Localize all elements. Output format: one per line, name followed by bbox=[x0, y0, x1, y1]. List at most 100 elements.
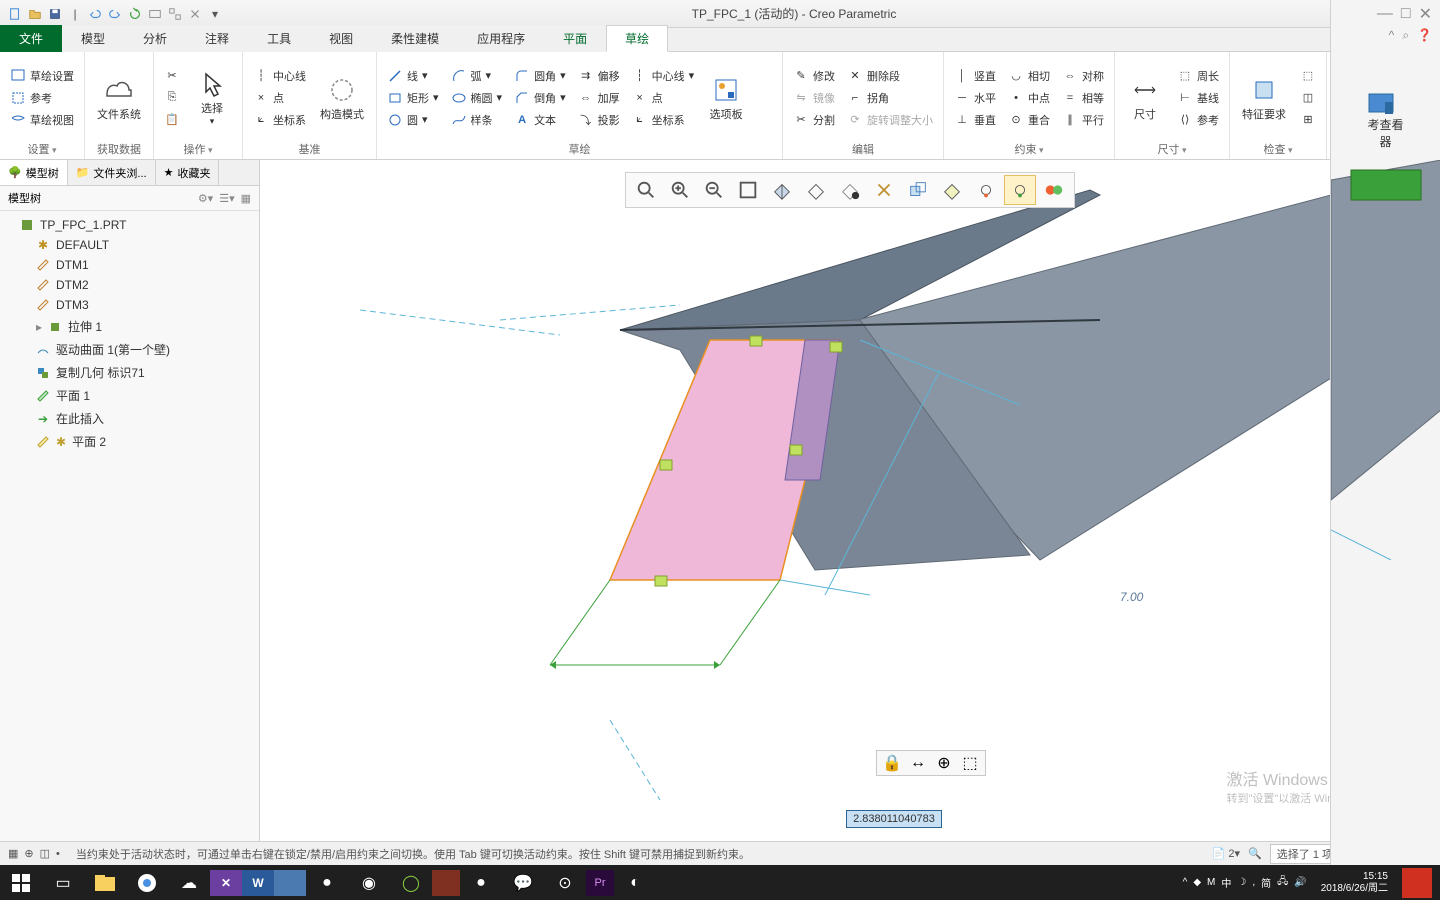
wechat-icon[interactable]: 💬 bbox=[502, 865, 544, 900]
filesystem-button[interactable]: 文件系统 bbox=[91, 56, 147, 139]
sw-minimize-button[interactable]: — bbox=[1377, 5, 1393, 23]
clock[interactable]: 15:15 2018/6/26/周二 bbox=[1313, 871, 1396, 895]
layers-icon[interactable] bbox=[1038, 175, 1070, 205]
sw-viewer-button[interactable]: 考查看 器 bbox=[1361, 88, 1409, 154]
rect-button[interactable]: 矩形 ▾ bbox=[383, 88, 443, 108]
obs-icon[interactable]: ⊙ bbox=[544, 865, 586, 900]
task-view-icon[interactable]: ▭ bbox=[42, 865, 84, 900]
reference-button[interactable]: 参考 bbox=[6, 88, 78, 108]
tab-application[interactable]: 应用程序 bbox=[458, 25, 544, 52]
creo-icon[interactable] bbox=[274, 870, 306, 896]
volume-icon[interactable]: 🔊 bbox=[1294, 877, 1306, 888]
constraint-toggle-icon[interactable]: ⊕ bbox=[933, 753, 955, 773]
tab-plane[interactable]: 平面 bbox=[544, 25, 606, 52]
dimension-label-7[interactable]: 7.00 bbox=[1120, 590, 1143, 604]
app-icon-6[interactable]: ◐ bbox=[614, 865, 656, 900]
equal-button[interactable]: =相等 bbox=[1058, 88, 1108, 108]
tangent-button[interactable]: ◡相切 bbox=[1004, 66, 1054, 86]
tab-sketch[interactable]: 草绘 bbox=[606, 25, 668, 52]
undo-icon[interactable] bbox=[86, 5, 104, 23]
regen-icon[interactable] bbox=[126, 5, 144, 23]
zoom-window-icon[interactable] bbox=[630, 175, 662, 205]
tray-monitor-icon[interactable]: M bbox=[1207, 877, 1215, 888]
offset-button[interactable]: ⇉偏移 bbox=[574, 66, 624, 86]
tray-up-icon[interactable]: ^ bbox=[1183, 877, 1188, 888]
tree-item-surface[interactable]: 驱动曲面 1(第一个壁) bbox=[0, 338, 259, 361]
check-icon-1[interactable]: ⬚ bbox=[1296, 66, 1320, 86]
saved-view-icon[interactable] bbox=[834, 175, 866, 205]
status-icon-2[interactable]: ⊕ bbox=[24, 847, 33, 860]
tree-tool-settings-icon[interactable]: ⚙▾ bbox=[198, 192, 213, 205]
ref-dim-button[interactable]: ⟨⟩参考 bbox=[1173, 110, 1223, 130]
ime-mode-icon[interactable]: 简 bbox=[1261, 875, 1271, 890]
text-button[interactable]: A文本 bbox=[510, 110, 570, 130]
tree-item-dtm1[interactable]: DTM1 bbox=[0, 255, 259, 275]
sidebar-tab-folders[interactable]: 📁文件夹浏... bbox=[68, 160, 156, 185]
tree-item-extrude[interactable]: ▸拉伸 1 bbox=[0, 315, 259, 338]
perpendicular-button[interactable]: ⊥垂直 bbox=[950, 110, 1000, 130]
feature-req-button[interactable]: 特征要求 bbox=[1236, 56, 1292, 139]
annotations-icon[interactable] bbox=[868, 175, 900, 205]
point-button[interactable]: ×点 bbox=[249, 88, 310, 108]
zoom-in-icon[interactable] bbox=[664, 175, 696, 205]
network-icon[interactable]: 🖧 bbox=[1277, 874, 1288, 891]
tab-file[interactable]: 文件 bbox=[0, 25, 62, 52]
chrome-icon[interactable] bbox=[126, 865, 168, 900]
explorer-icon[interactable] bbox=[84, 865, 126, 900]
tree-item-default[interactable]: ✱DEFAULT bbox=[0, 235, 259, 255]
mirror-button[interactable]: ⇋镜像 bbox=[789, 88, 839, 108]
qat-dropdown-icon[interactable]: ▾ bbox=[206, 5, 224, 23]
thicken-button[interactable]: ⇔加厚 bbox=[574, 88, 624, 108]
qat-icon-2[interactable] bbox=[166, 5, 184, 23]
tree-item-copygeom[interactable]: 复制几何 标识71 bbox=[0, 361, 259, 384]
tree-tool-show-icon[interactable]: ☰▾ bbox=[219, 192, 234, 205]
status-icon-3[interactable]: ◫ bbox=[40, 847, 50, 860]
ime-punct-icon[interactable]: , bbox=[1252, 877, 1255, 888]
sw-maximize-button[interactable]: □ bbox=[1401, 5, 1411, 23]
sw-search-icon[interactable]: ⌕ bbox=[1402, 28, 1409, 52]
sidebar-tab-favorites[interactable]: ★收藏夹 bbox=[156, 160, 220, 185]
coord-button[interactable]: ⟀坐标系 bbox=[249, 110, 310, 130]
construct-mode-button[interactable]: 构造模式 bbox=[314, 56, 370, 139]
cut-icon[interactable]: ✂ bbox=[160, 66, 184, 86]
select-button[interactable]: 选择▾ bbox=[188, 56, 236, 139]
datum-display-icon[interactable] bbox=[902, 175, 934, 205]
horizontal-button[interactable]: ─水平 bbox=[950, 88, 1000, 108]
qat-icon[interactable] bbox=[146, 5, 164, 23]
sketch-view-button[interactable]: 草绘视图 bbox=[6, 110, 78, 130]
baseline-button[interactable]: ⊢基线 bbox=[1173, 88, 1223, 108]
tree-item-plane2[interactable]: ✱平面 2 bbox=[0, 430, 259, 453]
cloud-icon[interactable]: ☁ bbox=[168, 865, 210, 900]
save-icon[interactable] bbox=[46, 5, 64, 23]
corner-button[interactable]: ⌐拐角 bbox=[843, 88, 937, 108]
lock-icon[interactable]: 🔒 bbox=[881, 753, 903, 773]
app-icon-4[interactable] bbox=[432, 870, 460, 896]
tab-view[interactable]: 视图 bbox=[310, 25, 372, 52]
palette-button[interactable]: 选项板 bbox=[702, 56, 750, 139]
premiere-icon[interactable]: Pr bbox=[586, 870, 614, 896]
app-icon-5[interactable]: ● bbox=[460, 865, 502, 900]
dimension-button[interactable]: 尺寸 bbox=[1121, 56, 1169, 139]
arc-button[interactable]: 弧 ▾ bbox=[447, 66, 507, 86]
canvas-viewport[interactable]: 7.00 🔒 ↔ ⊕ ⬚ 激活 Windows 转到"设置"以激活 Window… bbox=[260, 160, 1440, 841]
modify-button[interactable]: ✎修改 bbox=[789, 66, 839, 86]
midpoint-button[interactable]: •中点 bbox=[1004, 88, 1054, 108]
delete-seg-button[interactable]: ✕删除段 bbox=[843, 66, 937, 86]
app-icon-1[interactable]: ● bbox=[306, 865, 348, 900]
sw-ribbon-min-icon[interactable]: ^ bbox=[1389, 28, 1395, 52]
perspective-icon[interactable] bbox=[970, 175, 1002, 205]
tray-app-icon[interactable]: ◆ bbox=[1193, 877, 1201, 888]
point2-button[interactable]: ×点 bbox=[628, 88, 699, 108]
tree-item-plane1[interactable]: 平面 1 bbox=[0, 384, 259, 407]
new-icon[interactable] bbox=[6, 5, 24, 23]
status-sheets-icon[interactable]: 📄 2▾ bbox=[1212, 847, 1240, 860]
vertical-button[interactable]: │竖直 bbox=[950, 66, 1000, 86]
tree-item-insert[interactable]: ➔在此插入 bbox=[0, 407, 259, 430]
redo-icon[interactable] bbox=[106, 5, 124, 23]
zoom-out-icon[interactable] bbox=[698, 175, 730, 205]
sketch-setup-button[interactable]: 草绘设置 bbox=[6, 66, 78, 86]
status-find-icon[interactable]: 🔍 bbox=[1248, 847, 1262, 860]
start-button[interactable] bbox=[0, 865, 42, 900]
fillet-button[interactable]: 圆角 ▾ bbox=[510, 66, 570, 86]
coord2-button[interactable]: ⟀坐标系 bbox=[628, 110, 699, 130]
